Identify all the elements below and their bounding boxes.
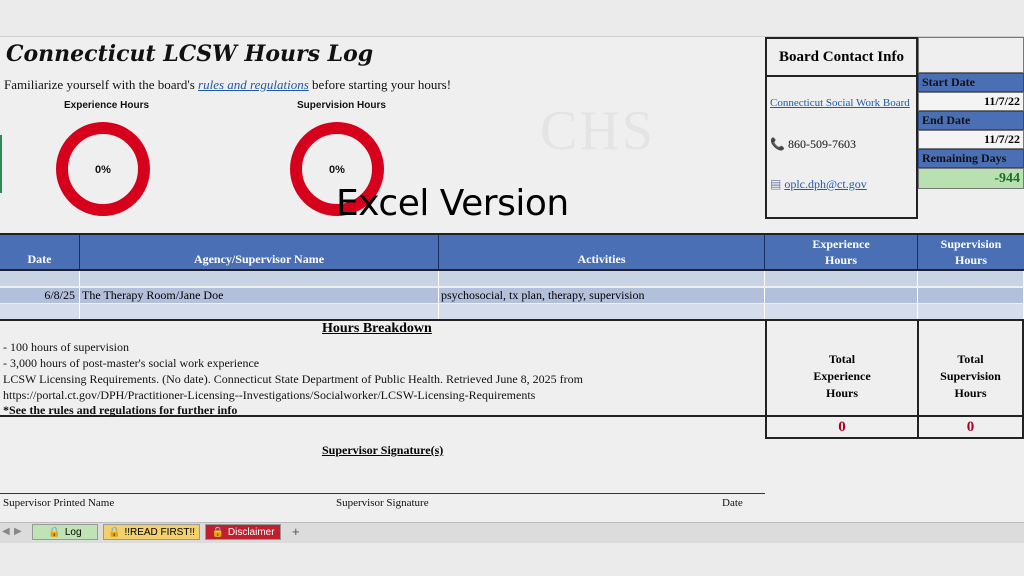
experience-donut-chart: 0% (56, 122, 150, 216)
tab-read-first-label: !!READ FIRST!! (124, 526, 195, 538)
row-experience-hours[interactable] (765, 288, 918, 303)
sheet-tab-bar: ◀ ▶ 🔒 Log 🔒 !!READ FIRST!! 🔒 Disclaimer … (0, 522, 1024, 543)
printed-name-label: Supervisor Printed Name (3, 497, 115, 509)
row-agency[interactable] (80, 271, 439, 286)
signature-title: Supervisor Signature(s) (322, 443, 444, 457)
start-date-label: Start Date (918, 73, 1024, 92)
contact-heading: Board Contact Info (767, 39, 916, 77)
total-experience-line2: Experience (813, 368, 871, 383)
row-agency[interactable]: The Therapy Room/Jane Doe (80, 288, 439, 303)
total-supervision-value[interactable]: 0 (917, 417, 1024, 439)
start-date-value[interactable]: 11/7/22 (918, 92, 1024, 111)
col-supervision-line2: Hours (954, 253, 987, 267)
row-selection-marker (0, 135, 2, 193)
breakdown-note: *See the rules and regulations for furth… (3, 403, 238, 417)
table-row[interactable] (0, 304, 1024, 319)
breakdown-url: https://portal.ct.gov/DPH/Practitioner-L… (3, 388, 536, 402)
intro-text: Familiarize yourself with the board's ru… (4, 77, 451, 93)
add-sheet-button[interactable]: + (292, 524, 300, 539)
row-supervision-hours[interactable] (918, 304, 1024, 319)
row-activities[interactable] (439, 304, 765, 319)
page-title: Connecticut LCSW Hours Log (6, 41, 374, 67)
col-activities-header[interactable]: Activities (439, 235, 765, 269)
log-table-header: Date Agency/Supervisor Name Activities E… (0, 233, 1024, 271)
lock-icon: 🔒 (211, 526, 224, 538)
remaining-days-label: Remaining Days (918, 149, 1024, 168)
tab-scroll-left-icon[interactable]: ◀ (2, 526, 10, 537)
row-date[interactable] (0, 271, 80, 286)
total-supervision-line2: Supervision (940, 368, 1001, 383)
supervision-pct: 0% (329, 164, 345, 176)
signature-label: Supervisor Signature (336, 497, 429, 509)
intro-before: Familiarize yourself with the board's (4, 77, 199, 92)
lock-icon: 🔒 (48, 526, 61, 538)
phone-row: 📞 860-509-7603 (770, 137, 856, 152)
experience-pct: 0% (95, 164, 111, 176)
breakdown-experience-req: - 3,000 hours of post-master's social wo… (3, 356, 260, 370)
total-experience-label: Total Experience Hours (765, 319, 919, 417)
lock-icon: 🔒 (107, 526, 121, 538)
board-link[interactable]: Connecticut Social Work Board (770, 97, 910, 109)
tab-disclaimer-label: Disclaimer (227, 526, 275, 538)
col-agency-header[interactable]: Agency/Supervisor Name (80, 235, 439, 269)
tab-log-label: Log (64, 526, 82, 538)
email-link[interactable]: oplc.dph@ct.gov (784, 177, 866, 191)
table-row[interactable] (0, 271, 1024, 286)
watermark-logo: CHS (540, 100, 655, 162)
breakdown-supervision-req: - 100 hours of supervision (3, 340, 129, 354)
end-date-label: End Date (918, 111, 1024, 130)
col-experience-header[interactable]: Experience Hours (765, 235, 918, 269)
phone-icon: 📞 (770, 137, 785, 151)
row-agency[interactable] (80, 304, 439, 319)
signature-line (0, 493, 765, 494)
tab-disclaimer[interactable]: 🔒 Disclaimer (205, 524, 281, 540)
remaining-days-value[interactable]: -944 (918, 168, 1024, 189)
supervision-chart-label: Supervision Hours (297, 100, 386, 111)
total-experience-value[interactable]: 0 (765, 417, 919, 439)
col-date-header[interactable]: Date (0, 235, 80, 269)
date-panel-blank[interactable] (918, 37, 1024, 73)
breakdown-title: Hours Breakdown (322, 321, 432, 336)
col-supervision-header[interactable]: Supervision Hours (918, 235, 1024, 269)
row-date[interactable] (0, 304, 80, 319)
row-date[interactable]: 6/8/25 (0, 288, 80, 303)
phone-number: 860-509-7603 (787, 137, 856, 151)
hours-breakdown: Hours Breakdown - 100 hours of supervisi… (0, 319, 765, 417)
row-activities[interactable]: psychosocial, tx plan, therapy, supervis… (439, 288, 765, 303)
total-experience-line3: Hours (825, 385, 858, 400)
rules-link[interactable]: rules and regulations (198, 77, 309, 92)
col-supervision-line1: Supervision (940, 237, 1002, 251)
end-date-value[interactable]: 11/7/22 (918, 130, 1024, 149)
spreadsheet-sheet: Connecticut LCSW Hours Log Familiarize y… (0, 36, 1024, 523)
row-supervision-hours[interactable] (918, 288, 1024, 303)
email-icon: ▤ (770, 177, 782, 191)
excel-version-overlay: Excel Version (336, 183, 569, 224)
experience-chart-label: Experience Hours (64, 100, 150, 111)
date-panel: Start Date 11/7/22 End Date 11/7/22 Rema… (918, 37, 1024, 189)
total-supervision-label: Total Supervision Hours (917, 319, 1024, 417)
row-activities[interactable] (439, 271, 765, 286)
row-experience-hours[interactable] (765, 271, 918, 286)
tab-log[interactable]: 🔒 Log (32, 524, 98, 540)
row-experience-hours[interactable] (765, 304, 918, 319)
tab-scroll-right-icon[interactable]: ▶ (14, 526, 22, 537)
breakdown-citation: LCSW Licensing Requirements. (No date). … (3, 372, 583, 386)
row-supervision-hours[interactable] (918, 271, 1024, 286)
total-supervision-line3: Hours (954, 385, 987, 400)
date-label: Date (722, 497, 743, 509)
total-supervision-line1: Total (957, 351, 984, 366)
board-contact-box: Board Contact Info Connecticut Social Wo… (765, 37, 918, 219)
col-experience-line2: Hours (824, 253, 857, 267)
col-experience-line1: Experience (812, 237, 870, 251)
tab-read-first[interactable]: 🔒 !!READ FIRST!! (103, 524, 200, 540)
email-row[interactable]: ▤ oplc.dph@ct.gov (770, 177, 867, 192)
total-experience-line1: Total (828, 351, 856, 366)
table-row[interactable]: 6/8/25 The Therapy Room/Jane Doe psychos… (0, 288, 1024, 303)
intro-after: before starting your hours! (308, 77, 452, 92)
